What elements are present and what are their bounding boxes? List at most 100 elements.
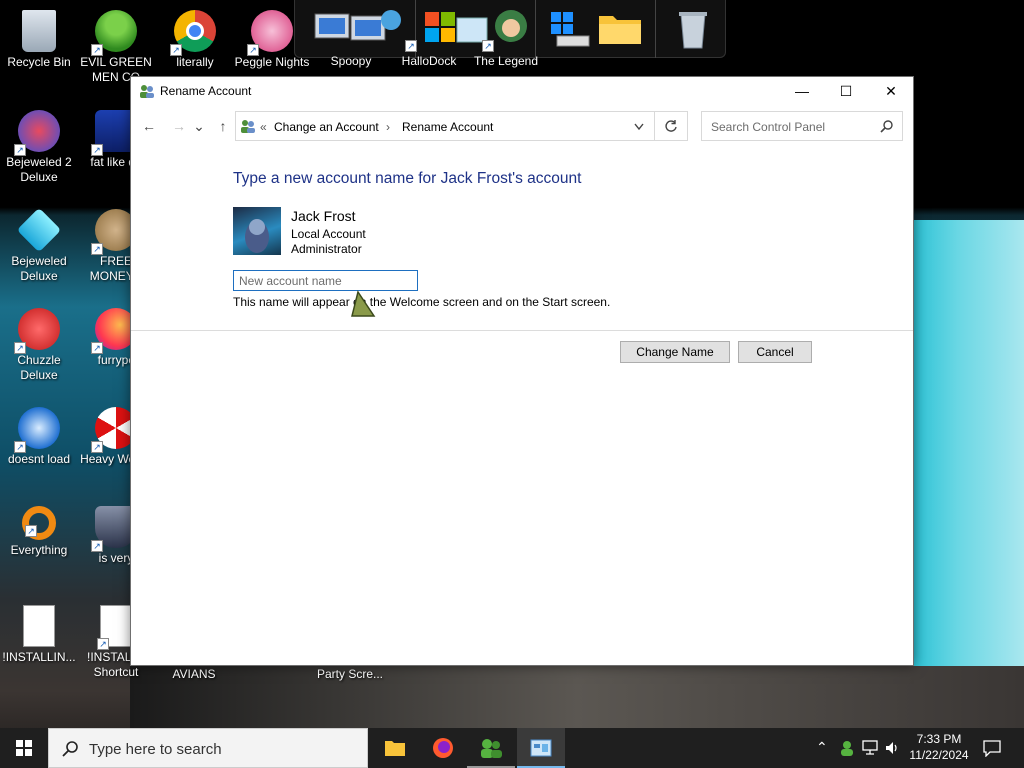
search-icon bbox=[62, 741, 78, 757]
volume-icon[interactable] bbox=[884, 740, 900, 756]
taskbar-user-accounts[interactable] bbox=[467, 728, 515, 768]
desktop-icon-party-screen[interactable]: Party Scre... bbox=[312, 666, 388, 682]
desktop-icon-hallodock[interactable]: ↗ HalloDock bbox=[391, 40, 467, 69]
desktop-icon-label: Everything bbox=[10, 543, 68, 557]
desktop-icon-label: HalloDock bbox=[401, 54, 457, 68]
taskbar: Type here to search ⌃ 7:33 PM 11/22/2024 bbox=[0, 728, 1024, 768]
shortcut-arrow-icon: ↗ bbox=[91, 44, 103, 56]
account-type: Local Account bbox=[291, 227, 366, 241]
shortcut-arrow-icon: ↗ bbox=[97, 638, 109, 650]
user-tray-icon[interactable] bbox=[838, 739, 856, 757]
desktop-icon-everything[interactable]: ↗ Everything bbox=[1, 500, 77, 558]
taskbar-control-panel[interactable] bbox=[517, 728, 565, 768]
shortcut-arrow-icon: ↗ bbox=[91, 342, 103, 354]
up-button[interactable]: ↑ bbox=[213, 117, 233, 135]
desktop-icon-spoopy[interactable]: Spoopy bbox=[313, 40, 389, 69]
breadcrumb-change-account[interactable]: Change an Account bbox=[274, 120, 379, 134]
account-role: Administrator bbox=[291, 242, 362, 256]
shortcut-arrow-icon: ↗ bbox=[91, 144, 103, 156]
breadcrumb-separator: › bbox=[386, 120, 390, 134]
system-clock[interactable]: 7:33 PM 11/22/2024 bbox=[900, 731, 978, 763]
breadcrumb-overflow[interactable]: « bbox=[260, 120, 267, 134]
close-button[interactable]: ✕ bbox=[868, 77, 914, 105]
refresh-button[interactable] bbox=[654, 111, 688, 141]
shortcut-arrow-icon: ↗ bbox=[91, 540, 103, 552]
desktop-icon-label: AVIANS bbox=[172, 667, 216, 681]
desktop-icon-label: Peggle Nights bbox=[234, 55, 310, 69]
shortcut-arrow-icon: ↗ bbox=[247, 44, 259, 56]
firefox-icon bbox=[433, 738, 453, 758]
diamond-icon bbox=[16, 207, 62, 253]
start-button[interactable] bbox=[0, 728, 48, 768]
shortcut-arrow-icon: ↗ bbox=[91, 243, 103, 255]
text-file-icon bbox=[23, 605, 55, 647]
cancel-button[interactable]: Cancel bbox=[738, 341, 812, 363]
desktop-icon-evil-green-men[interactable]: ↗ EVIL GREEN MEN CO bbox=[78, 4, 154, 85]
start-drive-icon[interactable] bbox=[547, 8, 591, 52]
minimize-button[interactable]: — bbox=[779, 77, 825, 105]
taskbar-search-box[interactable]: Type here to search bbox=[48, 728, 368, 768]
new-account-name-input[interactable] bbox=[233, 270, 418, 291]
window-title: Rename Account bbox=[160, 84, 252, 98]
desktop-icon-avians[interactable]: AVIANS bbox=[156, 666, 232, 682]
control-panel-icon bbox=[241, 120, 255, 133]
folder-icon bbox=[385, 741, 405, 756]
desktop-icon-label: Bejeweled 2 Deluxe bbox=[6, 155, 72, 184]
folder-icon[interactable] bbox=[597, 10, 643, 48]
chrome-icon: ↗ bbox=[170, 10, 216, 56]
user-picture-icon bbox=[245, 219, 269, 253]
desktop-icon-doesnt-load[interactable]: ↗ doesnt load bbox=[1, 401, 77, 467]
custom-cursor-icon bbox=[351, 290, 376, 317]
page-heading: Type a new account name for Jack Frost's… bbox=[233, 170, 582, 187]
users-icon: ↗ bbox=[91, 10, 137, 56]
forward-button[interactable]: → bbox=[169, 117, 189, 135]
text-file-icon: ↗ bbox=[97, 605, 132, 650]
taskbar-firefox[interactable] bbox=[419, 728, 467, 768]
desktop-icon-label: !INSTALLIN... bbox=[2, 650, 76, 664]
desktop-icon-label: Bejeweled Deluxe bbox=[11, 254, 67, 283]
notification-icon[interactable] bbox=[982, 739, 1002, 757]
address-bar[interactable]: « Change an Account › Rename Account bbox=[235, 111, 655, 141]
desktop-icon-recycle-bin[interactable]: Recycle Bin bbox=[1, 4, 77, 70]
account-name: Jack Frost bbox=[291, 208, 356, 224]
shortcut-arrow-icon: ↗ bbox=[170, 44, 182, 56]
shortcut-arrow-icon: ↗ bbox=[482, 40, 494, 52]
search-control-panel[interactable]: Search Control Panel bbox=[701, 111, 903, 141]
taskbar-file-explorer[interactable] bbox=[371, 728, 419, 768]
change-name-button[interactable]: Change Name bbox=[620, 341, 730, 363]
breadcrumb-rename-account[interactable]: Rename Account bbox=[402, 120, 493, 134]
recycle-bin-dock-icon[interactable] bbox=[673, 8, 713, 52]
shortcut-arrow-icon: ↗ bbox=[14, 342, 26, 354]
shortcut-arrow-icon: ↗ bbox=[14, 441, 26, 453]
back-button[interactable]: ← bbox=[139, 117, 159, 135]
desktop-icon-the-legend[interactable]: ↗ The Legend bbox=[468, 40, 544, 69]
desktop-icon-label: Chuzzle Deluxe bbox=[17, 353, 61, 382]
desktop-icon-literally[interactable]: ↗ literally bbox=[157, 4, 233, 70]
title-bar[interactable]: Rename Account — ☐ ✕ bbox=[131, 77, 913, 105]
search-icon bbox=[880, 120, 893, 133]
account-avatar bbox=[233, 207, 281, 255]
desktop-icon-label: Recycle Bin bbox=[7, 55, 71, 69]
chevron-down-icon[interactable] bbox=[634, 123, 644, 131]
maximize-button[interactable]: ☐ bbox=[823, 77, 869, 105]
desktop-icon-bejeweled-deluxe[interactable]: Bejeweled Deluxe bbox=[1, 203, 77, 284]
show-hidden-icons-chevron[interactable]: ⌃ bbox=[816, 739, 828, 756]
desktop-icon-chuzzle-deluxe[interactable]: ↗ Chuzzle Deluxe bbox=[1, 302, 77, 383]
user-accounts-icon bbox=[140, 85, 154, 98]
desktop-icon-label: Party Scre... bbox=[316, 667, 384, 681]
desktop-icon-label: Spoopy bbox=[330, 54, 372, 68]
thunderbird-icon: ↗ bbox=[14, 407, 60, 453]
windows-logo-icon bbox=[16, 740, 32, 756]
desktop-icon-installing[interactable]: !INSTALLIN... bbox=[1, 599, 77, 665]
dock-separator bbox=[655, 0, 656, 58]
desktop-icon-bejeweled-2[interactable]: ↗ Bejeweled 2 Deluxe bbox=[1, 104, 77, 185]
desktop-icon-peggle-nights[interactable]: ↗ Peggle Nights bbox=[234, 4, 310, 70]
network-icon[interactable] bbox=[862, 740, 880, 756]
shortcut-arrow-icon: ↗ bbox=[91, 441, 103, 453]
recent-locations-button[interactable]: ⌄ bbox=[193, 117, 205, 135]
desktop-icon-label: The Legend bbox=[473, 54, 539, 68]
refresh-icon bbox=[665, 120, 677, 132]
search-placeholder: Search Control Panel bbox=[711, 120, 826, 134]
wallpaper-right bbox=[914, 220, 1024, 668]
navigation-bar: ← → ⌄ ↑ « Change an Account › Rename Acc… bbox=[131, 109, 915, 143]
